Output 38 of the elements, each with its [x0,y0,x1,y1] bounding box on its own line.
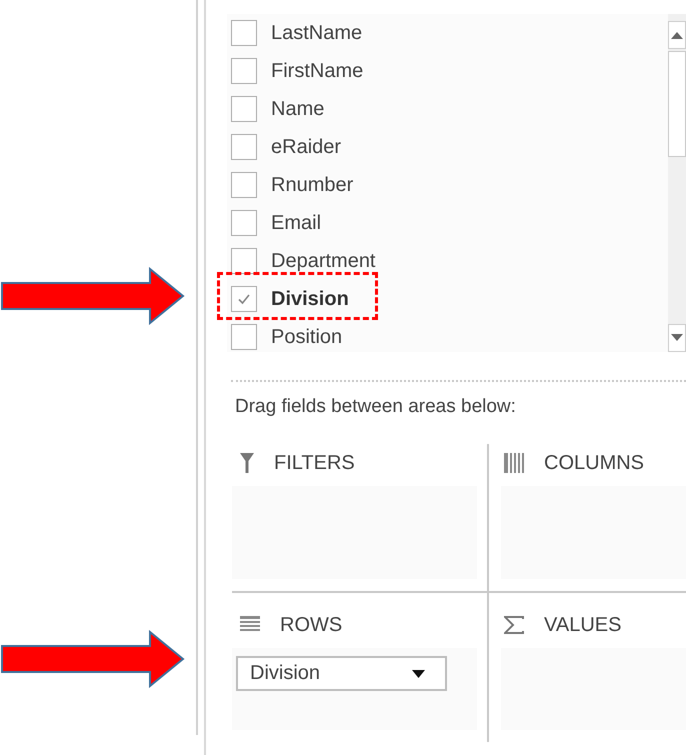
field-checkbox[interactable] [231,20,257,46]
field-label[interactable]: Name [271,98,324,120]
up-triangle-icon [671,31,683,39]
field-checkbox[interactable] [231,134,257,160]
rows-icon [240,616,260,634]
sigma-icon [504,616,524,634]
field-checkbox[interactable] [231,96,257,122]
area-label: COLUMNS [544,452,644,474]
area-label: VALUES [544,614,622,636]
field-label[interactable]: LastName [271,22,362,44]
scroll-down-button[interactable] [668,324,686,352]
caret-icon [412,670,425,678]
field-label[interactable]: FirstName [271,60,364,82]
area-label: ROWS [280,614,342,636]
funnel-icon [240,453,254,473]
instruction-text: Drag fields between areas below: [235,396,517,418]
area-label: FILTERS [274,452,355,474]
field-checkbox[interactable] [231,286,257,312]
scroll-up-button[interactable] [668,21,686,49]
field-checkbox[interactable] [231,324,257,350]
field-label[interactable]: Email [271,212,322,234]
field-dropdown[interactable]: Division [236,656,447,691]
field-label[interactable]: Position [271,326,342,348]
field-checkbox[interactable] [231,248,257,274]
arrow-icon [0,630,186,688]
field-checkbox[interactable] [231,172,257,198]
drop-area[interactable]: Division [232,648,477,730]
scrollbar[interactable] [668,14,686,352]
field-label[interactable]: Division [271,288,349,310]
field-label[interactable]: Department [271,250,376,272]
field-checkbox[interactable] [231,58,257,84]
down-triangle-icon [671,334,683,342]
scrollbar-thumb[interactable] [668,51,686,157]
field-checkbox[interactable] [231,210,257,236]
field-label[interactable]: Rnumber [271,174,354,196]
columns-icon [504,453,524,473]
arrow-icon [0,267,186,325]
field-label[interactable]: eRaider [271,136,342,158]
